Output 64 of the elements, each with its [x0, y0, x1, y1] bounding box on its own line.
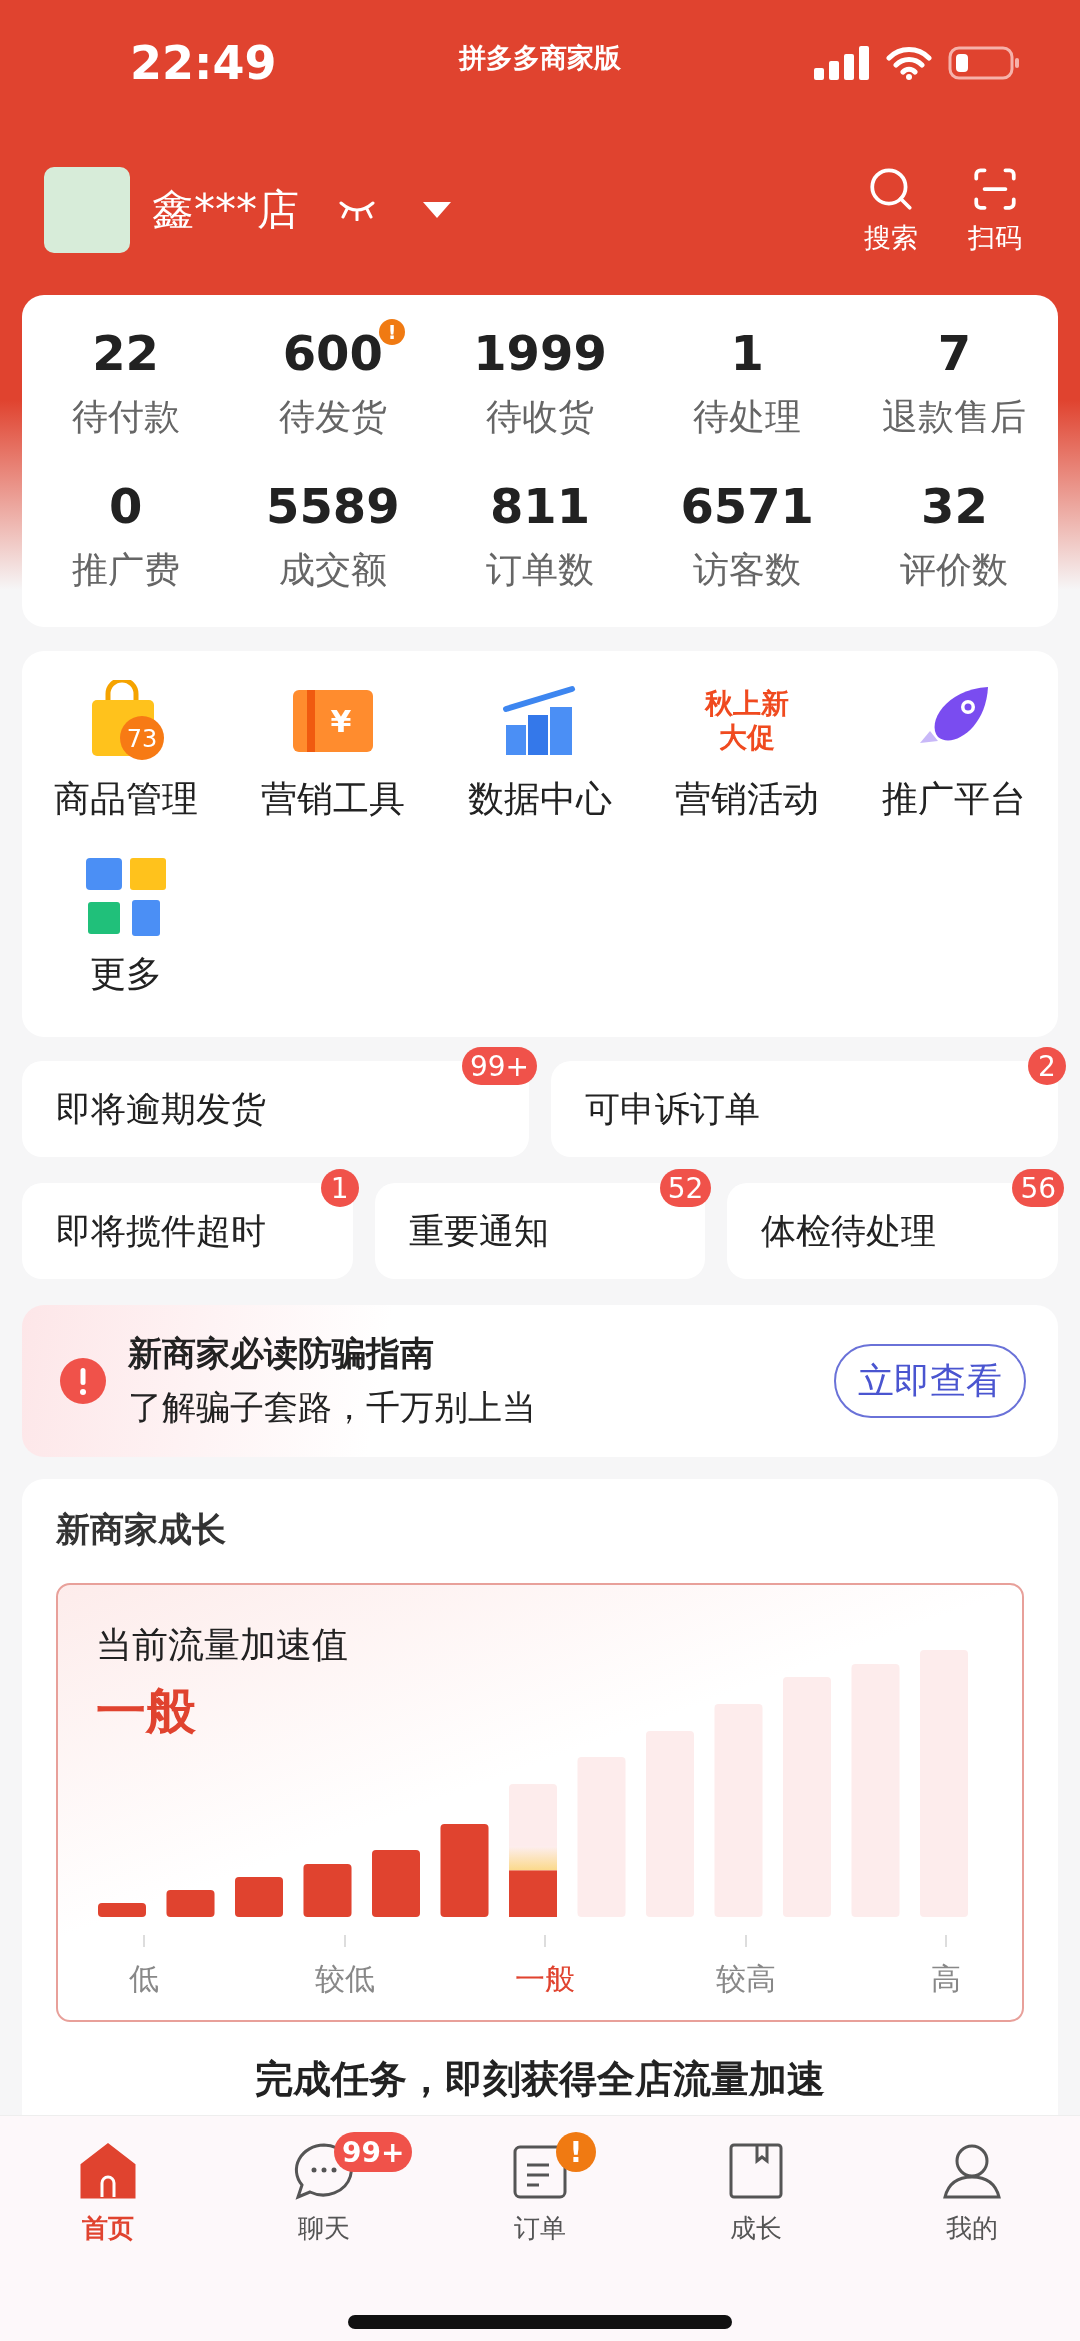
scale-label: 高 [931, 1960, 961, 1998]
stat-value[interactable]: 811 [489, 478, 591, 534]
book-icon [727, 2141, 785, 2201]
tool-shortcut[interactable]: 更多 [22, 854, 230, 999]
tool-shortcut[interactable]: ¥ 营销工具 [229, 679, 437, 824]
task-heading: 完成任务，即刻获得全店流量加速 [254, 2056, 826, 2103]
stat-label[interactable]: 退款售后 [882, 393, 1027, 442]
count-badge: 56 [1012, 1169, 1064, 1207]
stat-value[interactable]: 7 [937, 325, 972, 381]
stat-label[interactable]: 待收货 [486, 393, 594, 442]
tool-shortcut[interactable]: 秋上新 大促 营销活动 [643, 679, 851, 824]
scale-label: 较高 [715, 1960, 776, 1998]
home-icon [78, 2141, 138, 2201]
count-badge: 52 [659, 1169, 712, 1207]
stat-value[interactable]: 22 [92, 325, 159, 381]
scale-label: 较低 [314, 1960, 375, 1998]
stat-label[interactable]: 推广费 [71, 546, 180, 595]
stat-label[interactable]: 待付款 [71, 393, 180, 442]
scan-button[interactable]: 扫码 [954, 164, 1036, 256]
closed-eye-icon[interactable] [337, 199, 377, 221]
stat-value[interactable]: 1 [730, 325, 764, 381]
stat-value[interactable]: 1999 [473, 325, 607, 381]
stat-label[interactable]: 成交额 [278, 546, 387, 595]
warning-icon [60, 1358, 106, 1404]
scale-label: 低 [129, 1960, 159, 1998]
count-badge: 99+ [461, 1047, 537, 1085]
tool-shortcut[interactable]: 推广平台 [850, 679, 1058, 824]
stat-label[interactable]: 评价数 [900, 546, 1009, 595]
stat-label[interactable]: 待发货 [278, 393, 387, 442]
gauge-title: 当前流量加速值 [95, 1623, 348, 1667]
count-badge: 99+ [334, 2132, 413, 2172]
tab-item[interactable]: 首页 [0, 2140, 216, 2247]
tab-item[interactable]: 我的 [864, 2140, 1080, 2247]
status-time: 22:49 [130, 35, 277, 90]
tab-item[interactable]: 成长 [648, 2140, 864, 2247]
bar-chart-icon [502, 685, 578, 757]
app-title: 拼多多商家版 [457, 41, 622, 75]
stat-value[interactable]: 0 [108, 478, 143, 534]
dropdown-caret-icon[interactable] [423, 202, 451, 218]
notice-subtitle: 了解骗子套路，千万别上当 [128, 1386, 537, 1429]
alert-badge: ! [379, 319, 406, 345]
search-button[interactable]: 搜索 [850, 164, 932, 256]
promo-label: 秋上新 大促 [705, 687, 790, 755]
battery-icon [948, 45, 1020, 80]
scale-label: 一般 [515, 1960, 575, 1998]
stat-value[interactable]: 6571 [680, 478, 814, 534]
shop-name: 鑫***店 [152, 184, 299, 236]
notice-title: 新商家必读防骗指南 [128, 1332, 435, 1375]
section-title: 新商家成长 [56, 1508, 227, 1551]
stat-value[interactable]: 32 [921, 478, 988, 534]
count-badge: 2 [1028, 1047, 1066, 1085]
view-now-button[interactable]: 立即查看 [834, 1344, 1026, 1418]
stat-label[interactable]: 订单数 [486, 546, 594, 595]
stat-value[interactable]: 5589 [266, 478, 400, 534]
gauge-value: 一般 [95, 1681, 197, 1742]
stat-label[interactable]: 待处理 [693, 393, 802, 442]
ticket-icon: ¥ [290, 688, 375, 754]
signal-icon [814, 45, 870, 80]
stat-label[interactable]: 访客数 [693, 546, 802, 595]
count-badge: ! [556, 2132, 596, 2172]
wifi-icon [886, 45, 932, 80]
tool-shortcut[interactable]: 73 商品管理 [22, 679, 230, 824]
count-badge: 1 [320, 1169, 359, 1207]
tool-shortcut[interactable]: 数据中心 [436, 679, 644, 824]
